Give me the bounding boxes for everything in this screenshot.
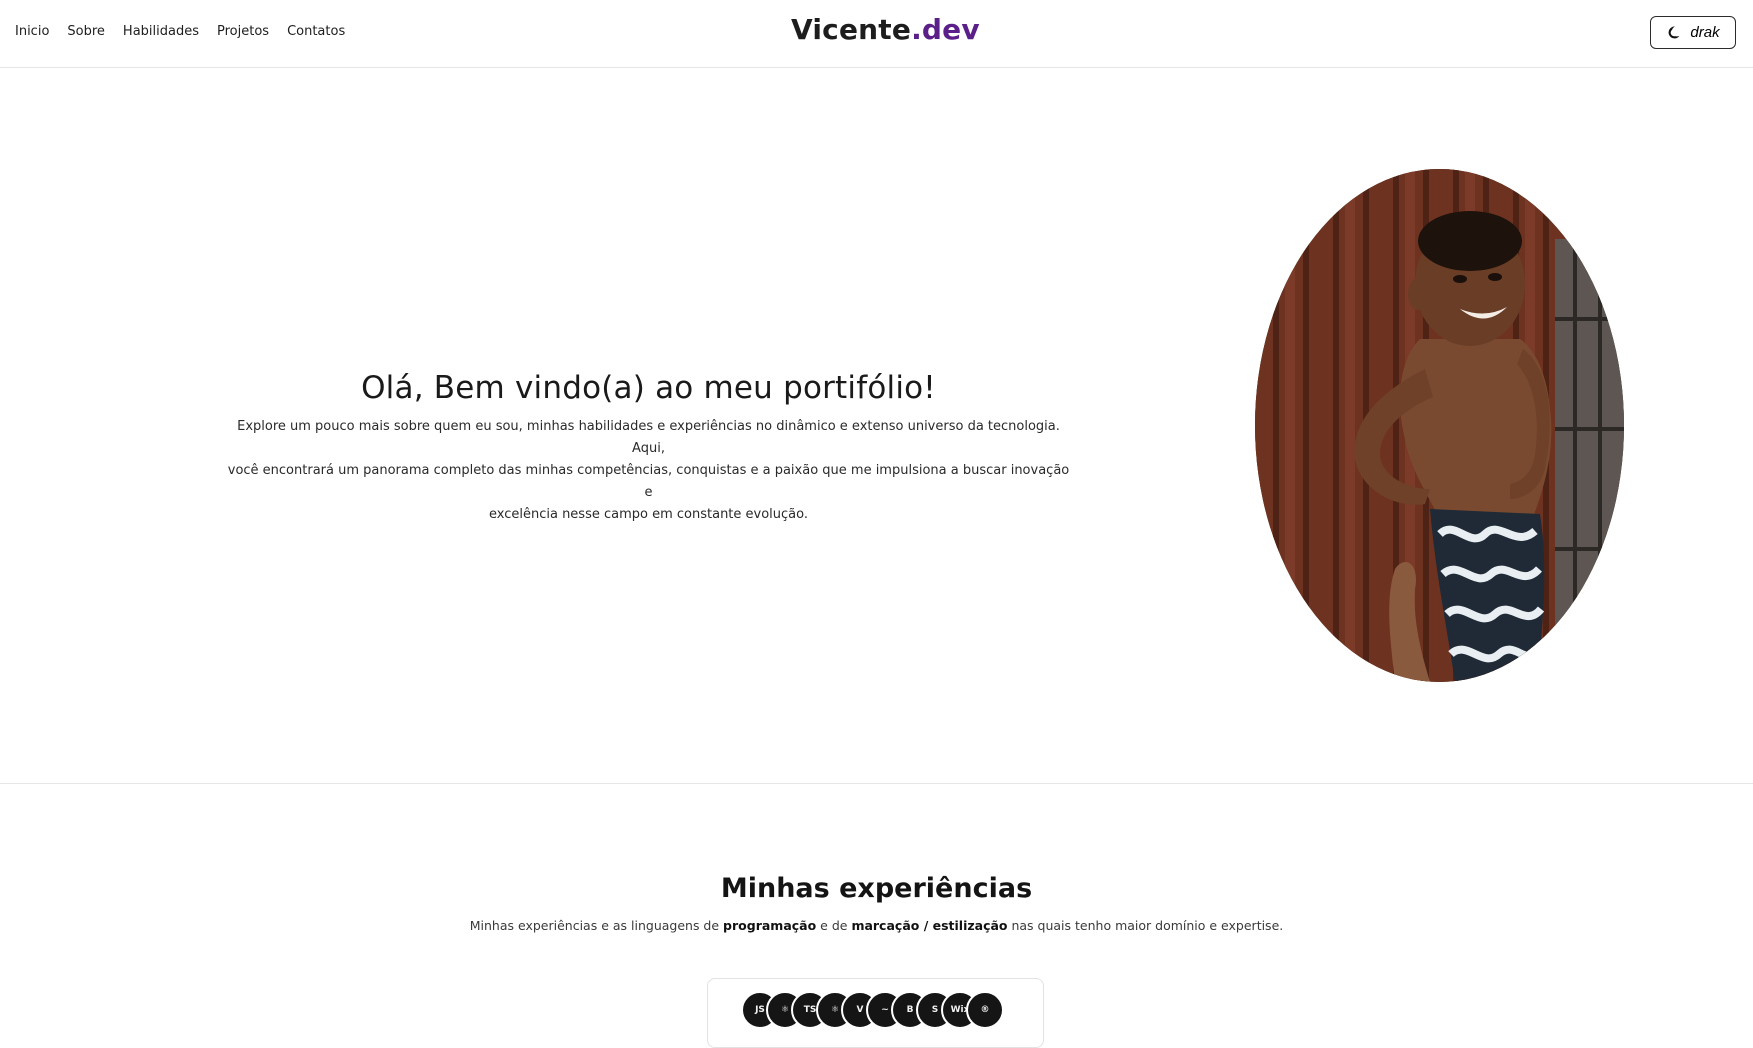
site-logo[interactable]: Vicente.dev bbox=[791, 13, 980, 46]
experiences-title: Minhas experiências bbox=[720, 873, 1033, 904]
tech-stack-card: JS ⚛ TS ⚛ V ~ B S Wix ® bbox=[707, 978, 1044, 1048]
profile-photo-illustration bbox=[1255, 169, 1624, 682]
experiences-subtitle-text: nas quais tenho maior domínio e expertis… bbox=[1007, 918, 1284, 933]
site-header: Inicio Sobre Habilidades Projetos Contat… bbox=[0, 0, 1753, 68]
hero-description-line: excelência nesse campo em constante evol… bbox=[488, 507, 809, 522]
nav-link-habilidades[interactable]: Habilidades bbox=[123, 24, 199, 39]
hero-text-block: Olá, Bem vindo(a) ao meu portifólio! Exp… bbox=[226, 370, 1071, 526]
nav-link-contatos[interactable]: Contatos bbox=[287, 24, 345, 39]
nav-link-projetos[interactable]: Projetos bbox=[217, 24, 269, 39]
profile-photo bbox=[1255, 169, 1624, 682]
theme-toggle-label: drak bbox=[1690, 24, 1720, 41]
registered-icon[interactable]: ® bbox=[966, 991, 1004, 1029]
hero-section: Olá, Bem vindo(a) ao meu portifólio! Exp… bbox=[0, 68, 1753, 784]
experiences-subtitle: Minhas experiências e as linguagens de p… bbox=[0, 918, 1753, 933]
experiences-subtitle-text: Minhas experiências e as linguagens de bbox=[469, 918, 724, 933]
brand-name: Vicente bbox=[791, 13, 912, 46]
nav-link-inicio[interactable]: Inicio bbox=[15, 24, 49, 39]
hero-description: Explore um pouco mais sobre quem eu sou,… bbox=[226, 416, 1071, 526]
hero-description-line: Explore um pouco mais sobre quem eu sou,… bbox=[237, 419, 1060, 456]
nav-link-sobre[interactable]: Sobre bbox=[67, 24, 105, 39]
theme-toggle-button[interactable]: drak bbox=[1650, 16, 1736, 49]
hero-title: Olá, Bem vindo(a) ao meu portifólio! bbox=[361, 370, 936, 406]
main-nav: Inicio Sobre Habilidades Projetos Contat… bbox=[15, 24, 345, 39]
brand-suffix: .dev bbox=[911, 13, 980, 46]
experiences-subtitle-text: e de bbox=[816, 918, 852, 933]
hero-description-line: você encontrará um panorama completo das… bbox=[227, 463, 1070, 500]
experiences-subtitle-highlight: programação bbox=[723, 918, 817, 933]
moon-icon bbox=[1668, 26, 1680, 39]
experiences-subtitle-highlight: marcação / estilização bbox=[851, 918, 1008, 933]
tech-icon-stack: JS ⚛ TS ⚛ V ~ B S Wix ® bbox=[741, 991, 1041, 1031]
